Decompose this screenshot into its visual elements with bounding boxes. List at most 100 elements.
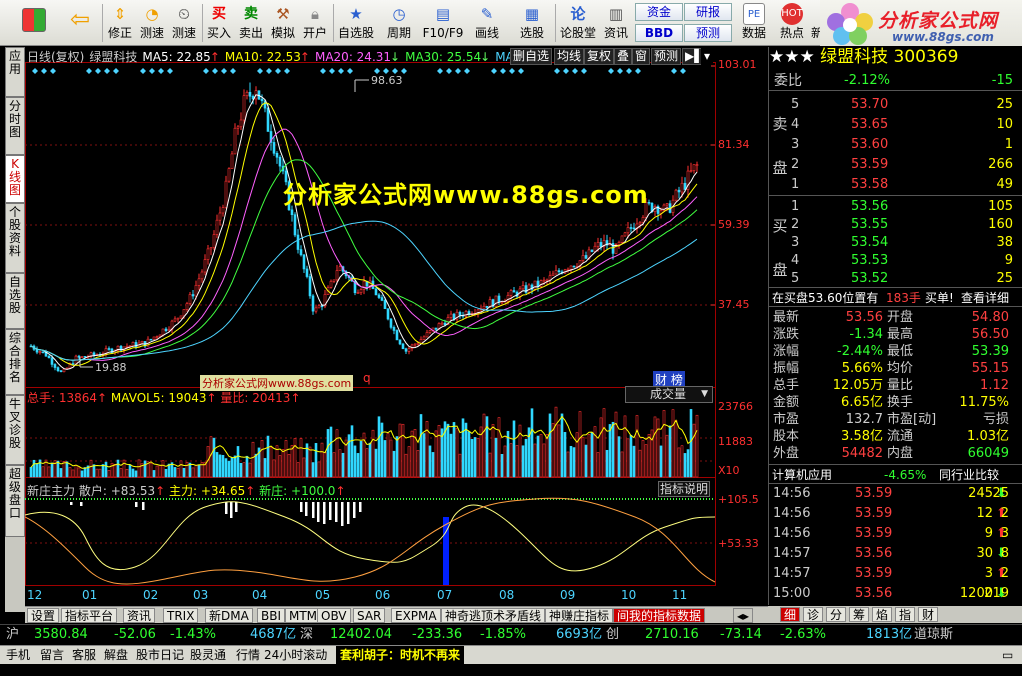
layout-button[interactable]	[14, 2, 54, 44]
research-button[interactable]: 研报	[684, 3, 732, 21]
indicator-tab[interactable]: 设置	[27, 608, 60, 623]
volume-bar	[581, 436, 585, 478]
indicator-bar	[341, 502, 344, 526]
sell-order-row[interactable]: 2 53.59 266	[769, 155, 1022, 175]
candle	[236, 126, 240, 129]
quote-subtab[interactable]: 指	[895, 607, 916, 622]
data-button[interactable]: PE 数据	[738, 2, 770, 44]
candle	[311, 295, 315, 312]
news-icon: ▥	[608, 5, 624, 23]
buy-order-row[interactable]: 2 53.55 160	[769, 215, 1022, 235]
candle	[419, 339, 423, 344]
indicator-tab[interactable]: 资讯	[123, 608, 156, 623]
order-notice[interactable]: 在买盘53.60位置有 183手 买单! 查看详细	[769, 287, 1022, 307]
tab-ranking[interactable]: 综合排名	[5, 329, 25, 395]
indicator-tab[interactable]: MTM	[285, 608, 322, 623]
buy-button[interactable]: 买 买入	[204, 2, 234, 44]
view-detail-link[interactable]: 查看详细	[961, 288, 1009, 308]
bbd-button[interactable]: BBD	[635, 24, 683, 42]
volume-bar	[56, 460, 60, 478]
status-item[interactable]: 行情	[236, 646, 260, 664]
status-item[interactable]: 24小时滚动	[264, 646, 327, 664]
remove-watch-button[interactable]: 删自选	[510, 48, 553, 65]
status-item[interactable]: 股市日记	[136, 646, 184, 664]
buy-order-row[interactable]: 4 53.53 9	[769, 251, 1022, 271]
status-item[interactable]: 解盘	[104, 646, 128, 664]
status-item[interactable]: 客服	[72, 646, 96, 664]
status-item[interactable]: 套利胡子：时机不再来	[336, 646, 465, 664]
period-button[interactable]: ◷ 周期	[380, 2, 418, 44]
hot-button[interactable]: HOT 热点	[776, 2, 808, 44]
status-item[interactable]: 手机	[6, 646, 30, 664]
quote-subtab[interactable]: 分	[826, 607, 847, 622]
f10-button[interactable]: ▤ F10/F9	[422, 2, 464, 44]
indicator-tab[interactable]: TRIX	[163, 608, 199, 623]
quote-subtab[interactable]: 财	[918, 607, 939, 622]
volume-selector[interactable]: 成交量 ▼	[625, 386, 713, 403]
candle	[617, 242, 621, 245]
buy-order-row[interactable]: 5 53.52 25	[769, 269, 1022, 289]
funds-button[interactable]: 资金	[635, 3, 683, 21]
back-button[interactable]: ⇦	[60, 2, 100, 44]
quote-subtab[interactable]: 焰	[872, 607, 893, 622]
indicator-help-button[interactable]: 指标说明	[658, 481, 710, 497]
industry-row[interactable]: 计算机应用 -4.65% 同行业比较	[769, 464, 1022, 484]
indicator-tab[interactable]: EXPMA	[391, 608, 441, 623]
indicator-tab[interactable]: 间我的指标数据	[613, 608, 706, 623]
volume-bar	[65, 461, 69, 478]
watchlist-button[interactable]: ★ 自选股	[336, 2, 376, 44]
sell-order-row[interactable]: 3 53.60 1	[769, 135, 1022, 155]
tab-intraday[interactable]: 分时图	[5, 97, 25, 155]
back-arrow-icon: ⇦	[69, 5, 91, 33]
overlay-button[interactable]: 叠	[614, 48, 633, 65]
forecast-button[interactable]: 预测	[684, 24, 732, 42]
buy-order-row[interactable]: 3 53.54 38	[769, 233, 1022, 253]
fix-button[interactable]: ⇕ 修正	[104, 2, 136, 44]
ma-toggle-button[interactable]: 均线	[554, 48, 585, 65]
tab-kline[interactable]: K线图	[5, 155, 25, 203]
quote-subtab[interactable]: 筹	[849, 607, 870, 622]
volume-bar	[131, 468, 135, 478]
vol-tick-2: 11883	[718, 435, 753, 448]
quote-subtab[interactable]: 细	[780, 607, 801, 622]
open-account-button[interactable]: 🔒︎ 开户	[300, 2, 330, 44]
simulate-button[interactable]: ⚒ 模拟	[268, 2, 298, 44]
chevron-down-icon[interactable]: ▾	[701, 48, 714, 65]
quote-subtab[interactable]: 诊	[803, 607, 824, 622]
stock-pick-button[interactable]: ▦ 选股	[512, 2, 552, 44]
forecast-chart-button[interactable]: 预测	[651, 48, 682, 65]
restore-icon[interactable]: ▭	[1002, 646, 1013, 664]
volume-bar	[233, 455, 237, 478]
volume-bar	[611, 421, 615, 478]
sell-order-row[interactable]: 5 53.70 25	[769, 95, 1022, 115]
tab-scroll-arrows-icon[interactable]: ◂▸	[733, 608, 754, 623]
tab-level2[interactable]: 超级盘口	[5, 465, 25, 537]
indicator-tab[interactable]: SAR	[353, 608, 386, 623]
tab-apps[interactable]: 应用	[5, 47, 25, 97]
tab-watchlist[interactable]: 自选股	[5, 273, 25, 329]
buy-order-row[interactable]: 1 53.56 105	[769, 197, 1022, 217]
tab-stock-info[interactable]: 个股资料	[5, 203, 25, 273]
indicator-tab[interactable]: 神奇逃顶术矛盾线	[441, 608, 546, 623]
kline-chart[interactable]: 98.63 19.88 日线(复权) 绿盟科技 MA5: 22.85↑ MA10: 22…	[25, 47, 768, 605]
sell-order-row[interactable]: 1 53.58 49	[769, 175, 1022, 195]
draw-button[interactable]: ✎ 画线	[468, 2, 506, 44]
indicator-tab[interactable]: OBV	[317, 608, 351, 623]
discuss-button[interactable]: 论 论股堂	[558, 2, 598, 44]
indicator-tab[interactable]: 神赚庄指标	[545, 608, 614, 623]
indicator-tab[interactable]: 指标平台	[61, 608, 118, 623]
adjust-button[interactable]: 复权	[584, 48, 615, 65]
news-button[interactable]: ▥ 资讯	[600, 2, 632, 44]
speedtest-button[interactable]: ◔ 测速	[136, 2, 168, 44]
sell-order-row[interactable]: 4 53.65 10	[769, 115, 1022, 135]
tab-diagnosis[interactable]: 牛叉诊股	[5, 395, 25, 465]
indicator-tab[interactable]: BBI	[257, 608, 286, 623]
window-button[interactable]: 窗	[632, 48, 651, 65]
indicator-tab[interactable]: 新DMA	[205, 608, 253, 623]
measure-button[interactable]: ⏲ 测速	[168, 2, 200, 44]
industry-compare-link[interactable]: 同行业比较	[939, 465, 999, 485]
status-item[interactable]: 留言	[40, 646, 64, 664]
month-label: 09	[560, 588, 576, 602]
status-item[interactable]: 股灵通	[190, 646, 226, 664]
sell-button[interactable]: 卖 卖出	[236, 2, 266, 44]
